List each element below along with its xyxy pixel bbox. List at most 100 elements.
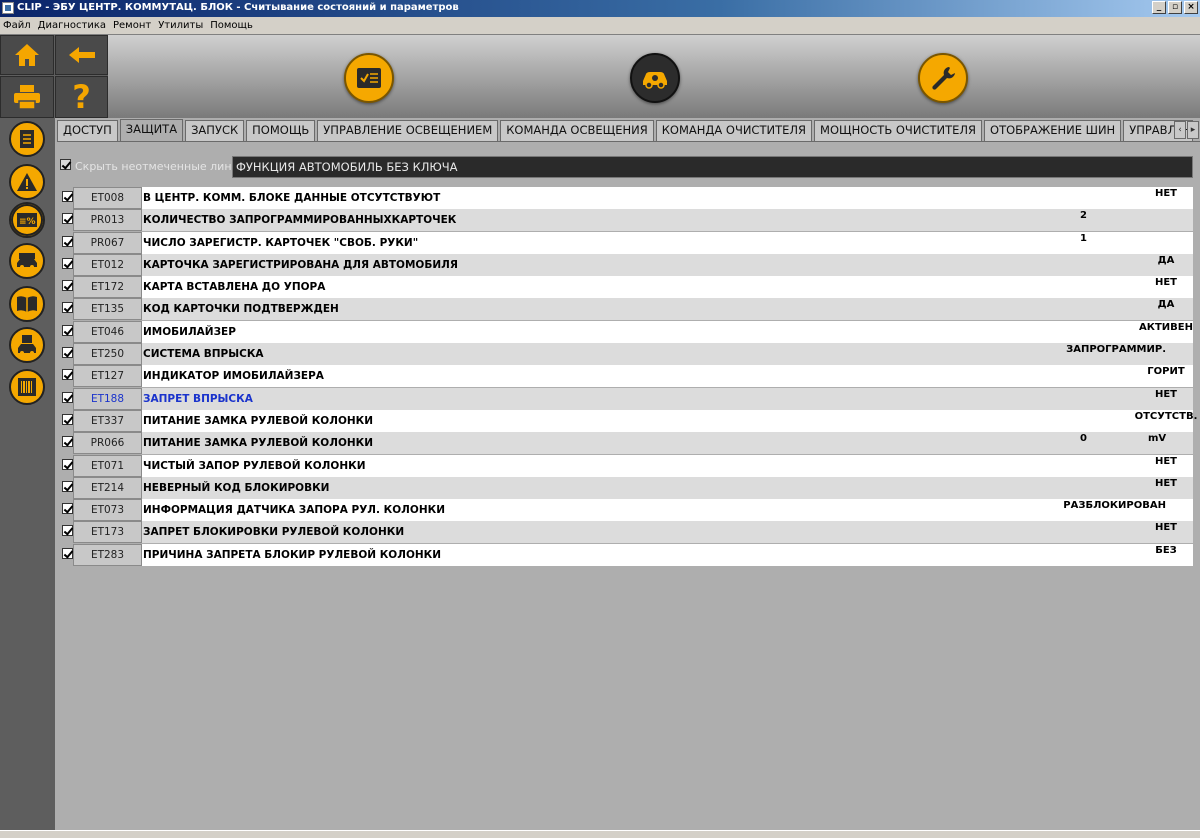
app-icon <box>2 2 14 14</box>
parameter-value: НЕТ <box>1154 455 1178 467</box>
parameter-description: ЧИСТЫЙ ЗАПОР РУЛЕВОЙ КОЛОНКИ <box>142 454 1193 477</box>
row-checkbox[interactable] <box>62 280 73 294</box>
filter-row: Скрыть неотмеченные линии ФУНКЦИЯ АВТОМО… <box>60 156 1193 178</box>
parameter-code[interactable]: ET172 <box>73 276 142 299</box>
tab-wiper-power[interactable]: МОЩНОСТЬ ОЧИСТИТЕЛЯ <box>814 120 983 141</box>
tab-lighting-command[interactable]: КОМАНДА ОСВЕЩЕНИЯ <box>500 120 654 141</box>
parameter-code[interactable]: PR067 <box>73 231 142 254</box>
parameter-code[interactable]: ET173 <box>73 521 142 544</box>
checklist-icon <box>357 68 381 88</box>
row-checkbox[interactable] <box>62 436 73 450</box>
menu-help[interactable]: Помощь <box>210 20 253 31</box>
parameter-description: В ЦЕНТР. КОММ. БЛОКЕ ДАННЫЕ ОТСУТСТВУЮТ <box>142 187 1193 209</box>
parameter-code[interactable]: ET127 <box>73 365 142 388</box>
parameter-code[interactable]: ET250 <box>73 343 142 366</box>
menu-diagnostics[interactable]: Диагностика <box>38 20 106 31</box>
maximize-button[interactable]: ▫ <box>1168 1 1182 14</box>
title-bar: CLIP - ЭБУ ЦЕНТР. КОММУТАЦ. БЛОК - Считы… <box>0 0 1200 17</box>
row-checkbox[interactable] <box>62 458 73 473</box>
sidebar-item-save-vehicle[interactable] <box>9 327 45 363</box>
parameter-code[interactable]: ET008 <box>73 187 142 209</box>
parameter-value: НЕТ <box>1154 522 1178 534</box>
table-row: ET127 ИНДИКАТОР ИМОБИЛАЙЗЕРА ГОРИТ <box>60 365 1193 388</box>
row-checkbox[interactable] <box>62 503 73 517</box>
parameter-table: ET008 В ЦЕНТР. КОММ. БЛОКЕ ДАННЫЕ ОТСУТСТ… <box>60 187 1197 566</box>
close-button[interactable]: × <box>1184 1 1198 14</box>
document-icon <box>20 130 34 148</box>
tab-wiper-command[interactable]: КОМАНДА ОЧИСТИТЕЛЯ <box>655 120 813 141</box>
row-checkbox[interactable] <box>62 413 73 428</box>
svg-text:≡%: ≡% <box>19 217 36 227</box>
checklist-button[interactable] <box>344 53 394 103</box>
table-row: ET214 НЕВЕРНЫЙ КОД БЛОКИРОВКИ НЕТ <box>60 476 1193 499</box>
top-toolbar: ? <box>0 35 1200 118</box>
save-vehicle-icon <box>18 335 36 355</box>
parameter-code[interactable]: ET071 <box>73 454 142 477</box>
tab-tyre-display[interactable]: ОТОБРАЖЕНИЕ ШИН <box>984 120 1122 141</box>
parameter-code[interactable]: PR066 <box>73 432 142 455</box>
parameter-code[interactable]: ET188 <box>73 387 142 410</box>
parameter-code[interactable]: ET135 <box>73 298 142 321</box>
sidebar-item-document[interactable] <box>9 121 45 157</box>
repair-button[interactable] <box>918 53 968 103</box>
row-checkbox[interactable] <box>62 257 73 272</box>
row-checkbox[interactable] <box>62 369 73 383</box>
back-button[interactable] <box>55 35 108 75</box>
parameter-code[interactable]: ET337 <box>73 409 142 432</box>
parameter-value: ЗАПРОГРАММИР. <box>1066 344 1166 356</box>
sidebar-item-barcode[interactable] <box>9 369 45 405</box>
parameter-description: СИСТЕМА ВПРЫСКА <box>142 343 1193 366</box>
row-checkbox[interactable] <box>62 547 73 562</box>
tab-access[interactable]: ДОСТУП <box>57 120 118 141</box>
row-checkbox[interactable] <box>62 213 73 227</box>
parameter-code[interactable]: ET073 <box>73 499 142 522</box>
tab-help[interactable]: ПОМОЩЬ <box>246 120 316 141</box>
menu-repair[interactable]: Ремонт <box>113 20 151 31</box>
sidebar-item-manual[interactable] <box>9 286 45 322</box>
help-button[interactable]: ? <box>55 76 108 118</box>
row-checkbox[interactable] <box>62 324 73 339</box>
tab-start[interactable]: ЗАПУСК <box>185 120 245 141</box>
menu-utilities[interactable]: Утилиты <box>158 20 203 31</box>
sidebar-item-vehicle-info[interactable] <box>9 243 45 279</box>
tab-scroll-right[interactable]: ▸ <box>1187 121 1199 139</box>
sidebar-item-parameters[interactable]: ≡% <box>9 202 45 238</box>
row-checkbox[interactable] <box>62 391 73 406</box>
hide-unchecked-label: Скрыть неотмеченные линии <box>75 160 246 173</box>
menu-file[interactable]: Файл <box>3 20 31 31</box>
status-bar <box>0 830 1200 838</box>
row-checkbox[interactable] <box>62 347 73 361</box>
row-checkbox[interactable] <box>62 525 73 539</box>
row-checkbox[interactable] <box>62 480 73 495</box>
print-button[interactable] <box>0 76 54 118</box>
table-row: ET135 КОД КАРТОЧКИ ПОДТВЕРЖДЕН ДА <box>60 298 1193 321</box>
table-row: ET173 ЗАПРЕТ БЛОКИРОВКИ РУЛЕВОЙ КОЛОНКИ НЕ… <box>60 521 1193 544</box>
parameter-description: КОД КАРТОЧКИ ПОДТВЕРЖДЕН <box>142 298 1193 321</box>
parameter-unit: mV <box>1148 433 1167 445</box>
car-diagnostic-button[interactable] <box>630 53 680 103</box>
row-checkbox[interactable] <box>62 191 73 205</box>
function-selector[interactable]: ФУНКЦИЯ АВТОМОБИЛЬ БЕЗ КЛЮЧА <box>232 156 1193 178</box>
sidebar-item-faults[interactable] <box>9 164 45 200</box>
parameter-value: 2 <box>1080 210 1087 222</box>
parameter-code[interactable]: ET046 <box>73 320 142 343</box>
tab-lighting-control[interactable]: УПРАВЛЕНИЕ ОСВЕЩЕНИЕМ <box>317 120 499 141</box>
hide-unchecked-checkbox[interactable] <box>60 159 73 172</box>
parameter-code[interactable]: ET283 <box>73 543 142 566</box>
parameter-code[interactable]: PR013 <box>73 209 142 232</box>
home-button[interactable] <box>0 35 54 75</box>
parameter-description: ПИТАНИЕ ЗАМКА РУЛЕВОЙ КОЛОНКИ <box>142 409 1193 432</box>
parameter-description: ИНФОРМАЦИЯ ДАТЧИКА ЗАПОРА РУЛ. КОЛОНКИ <box>142 499 1193 522</box>
row-checkbox[interactable] <box>62 235 73 250</box>
parameter-description: ЧИСЛО ЗАРЕГИСТР. КАРТОЧЕК "СВОБ. РУКИ" <box>142 231 1193 254</box>
parameter-code[interactable]: ET012 <box>73 253 142 276</box>
parameter-code[interactable]: ET214 <box>73 476 142 499</box>
tab-protection[interactable]: ЗАЩИТА <box>119 119 184 141</box>
parameter-description: КОЛИЧЕСТВО ЗАПРОГРАММИРОВАННЫХКАРТОЧЕК <box>142 209 1193 232</box>
wrench-icon <box>932 67 955 90</box>
table-row: PR066 ПИТАНИЕ ЗАМКА РУЛЕВОЙ КОЛОНКИ 0 mV <box>60 432 1193 455</box>
minimize-button[interactable]: _ <box>1152 1 1166 14</box>
tab-scroll-left[interactable]: ‹ <box>1174 121 1186 139</box>
row-checkbox[interactable] <box>62 302 73 316</box>
parameter-description: КАРТА ВСТАВЛЕНА ДО УПОРА <box>142 276 1193 299</box>
